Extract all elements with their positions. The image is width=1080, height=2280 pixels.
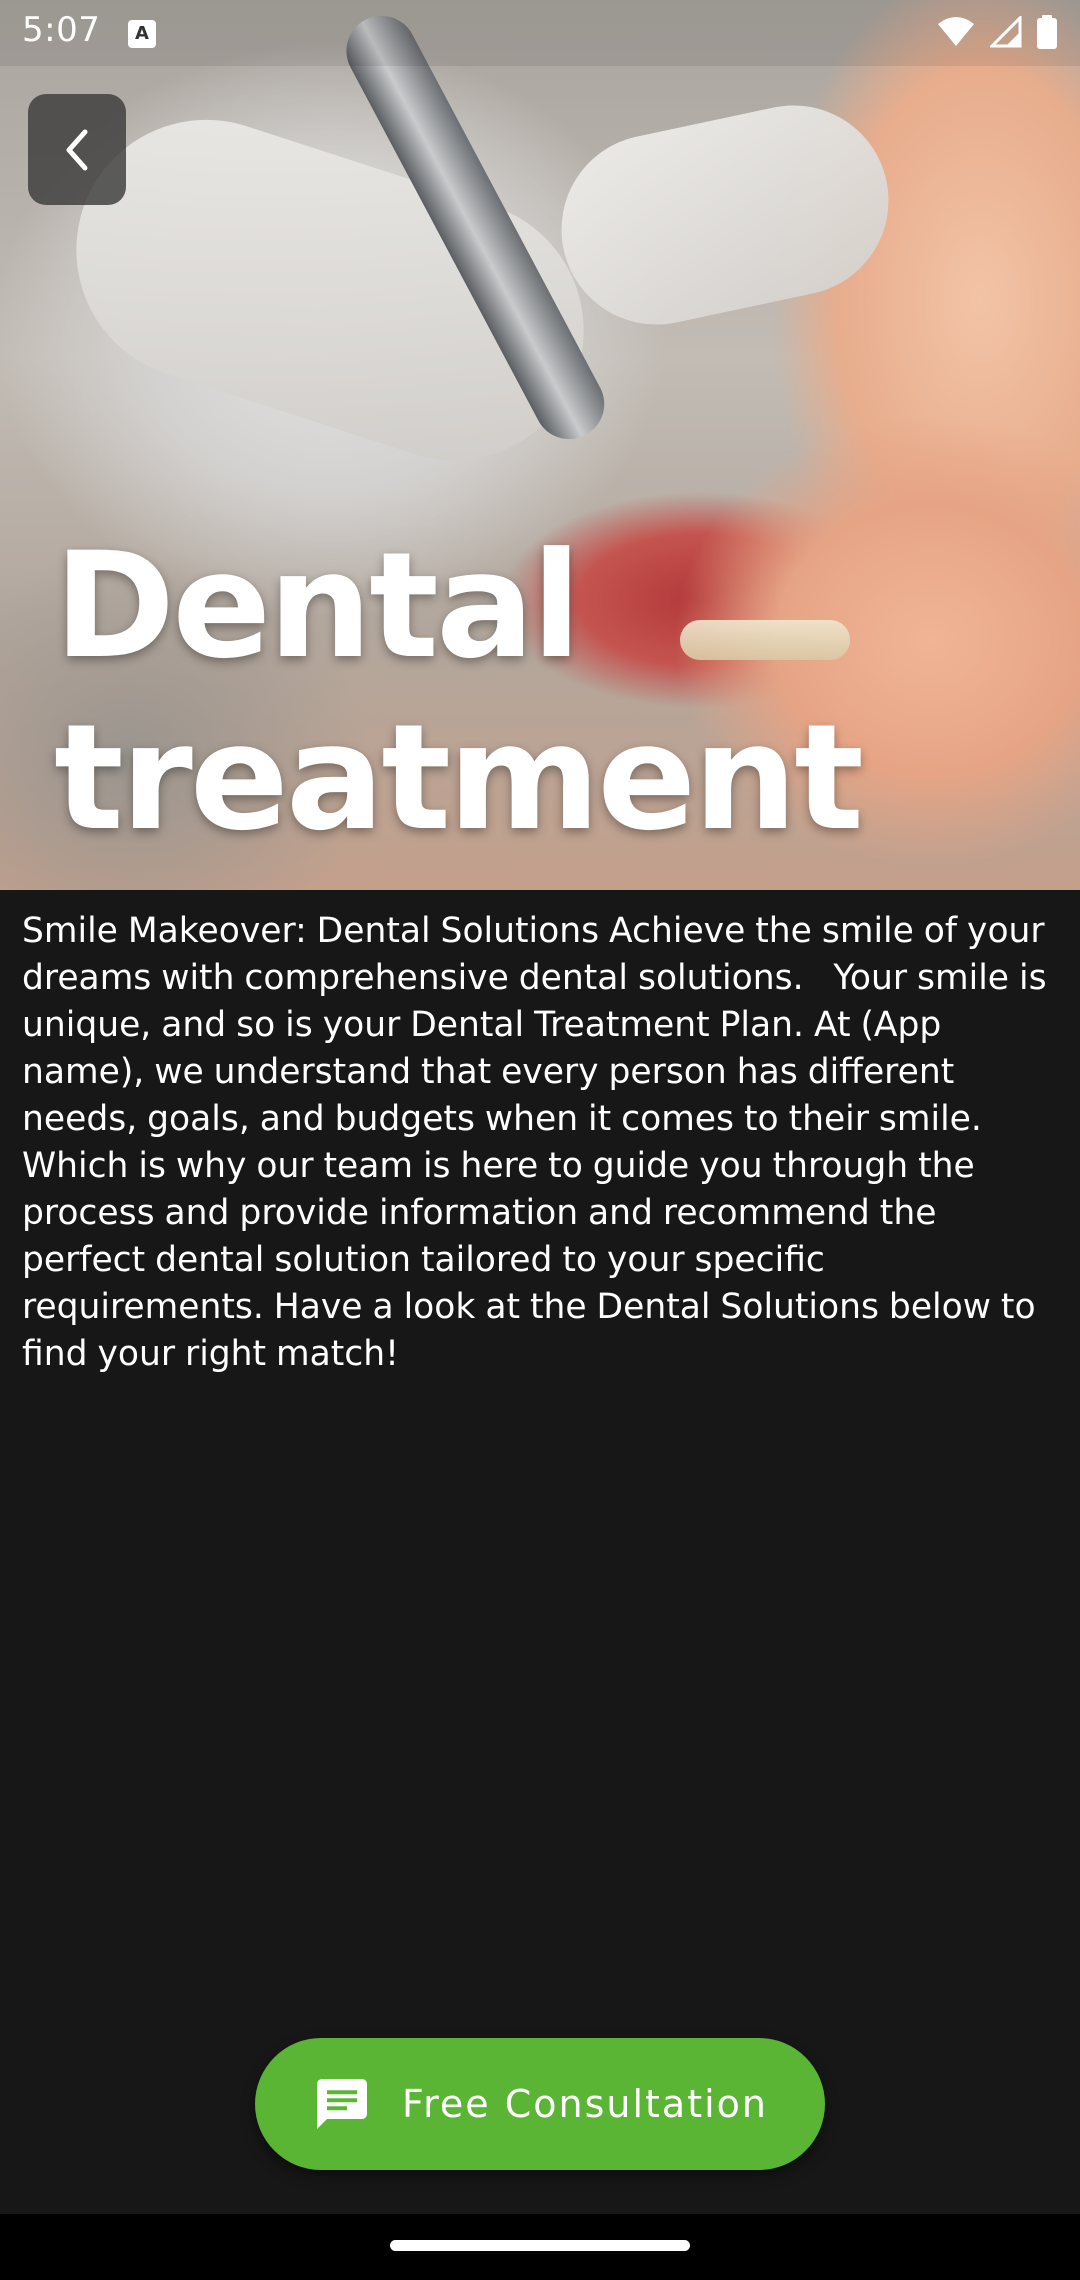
description-text: Smile Makeover: Dental Solutions Achieve… [22, 911, 1057, 1374]
status-bar: 5:07 A [0, 0, 1080, 66]
wifi-icon [938, 17, 974, 46]
page-title: Dental treatment [54, 521, 864, 863]
battery-icon [1037, 15, 1057, 49]
hero-glove-shape [543, 87, 907, 343]
chevron-left-icon [66, 129, 88, 170]
back-button[interactable] [28, 94, 126, 205]
hero-image: Dental treatment [0, 0, 1080, 890]
notification-a-icon: A [128, 20, 156, 48]
chat-message-icon [317, 2079, 367, 2129]
home-indicator[interactable] [390, 2240, 690, 2251]
free-consultation-label: Free Consultation [402, 2082, 768, 2126]
screen: Dental treatment 5:07 A Smile Makeover: … [0, 0, 1080, 2280]
free-consultation-button[interactable]: Free Consultation [255, 2038, 825, 2170]
status-icons [936, 14, 1058, 50]
cell-signal-icon [990, 16, 1022, 48]
status-time: 5:07 [22, 10, 101, 50]
